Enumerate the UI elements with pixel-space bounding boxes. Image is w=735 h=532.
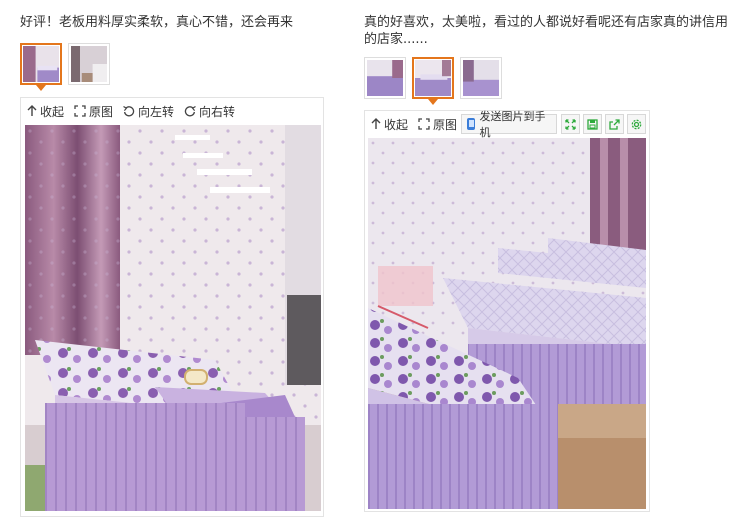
image-viewer: 收起 原图 发送图片到手机 (364, 110, 650, 512)
phone-icon (467, 118, 476, 130)
share-button[interactable] (605, 114, 625, 134)
rotate-right-label: 向右转 (199, 104, 236, 119)
thumbnail-2[interactable] (412, 57, 454, 105)
review-photo (368, 138, 646, 509)
fullscreen-button[interactable] (561, 114, 581, 134)
rotate-left-button[interactable]: 向左转 (123, 103, 174, 120)
rotate-right-icon (184, 105, 196, 117)
thumbnail-3[interactable] (460, 57, 502, 99)
thumbnail-image (463, 60, 499, 96)
fullscreen-icon (565, 118, 577, 130)
review-text: 真的好喜欢，太美啦，看过的人都说好看呢还有店家真的讲信用的店家...... (364, 15, 729, 47)
rotate-right-button[interactable]: 向右转 (184, 103, 235, 120)
image-viewer: 收起 原图 向左转 向右转 (20, 97, 324, 517)
original-image-label: 原图 (89, 104, 114, 119)
thumbnail-image (23, 46, 59, 82)
photo-massage-beds-row (368, 138, 646, 509)
thumbnail-image (71, 46, 107, 82)
original-image-button[interactable]: 原图 (74, 103, 113, 120)
send-to-phone-button[interactable]: 发送图片到手机 (461, 110, 558, 139)
rotate-left-icon (123, 105, 135, 117)
thumbnail-1[interactable] (20, 43, 62, 91)
collapse-label: 收起 (40, 104, 65, 119)
collapse-arrow-icon (371, 118, 381, 129)
rotate-left-label: 向左转 (138, 104, 175, 119)
collapse-label: 收起 (384, 117, 409, 132)
viewer-toolbar: 收起 原图 发送图片到手机 (365, 110, 649, 139)
settings-button[interactable] (627, 114, 647, 134)
collapse-arrow-icon (27, 105, 37, 116)
settings-icon (631, 119, 642, 129)
viewer-toolbar: 收起 原图 向左转 向右转 (21, 98, 323, 124)
thumbnail-image (415, 60, 451, 96)
expand-icon (74, 105, 86, 117)
share-icon (609, 118, 620, 130)
review-photo (25, 125, 321, 511)
save-button[interactable] (583, 114, 603, 134)
photo-massage-bed-room (25, 125, 321, 511)
original-image-label: 原图 (433, 117, 458, 132)
thumbnail-1[interactable] (364, 57, 406, 99)
collapse-button[interactable]: 收起 (371, 116, 408, 133)
thumbnail-strip (364, 57, 502, 105)
expand-icon (418, 118, 430, 130)
thumbnail-image (367, 60, 403, 96)
original-image-button[interactable]: 原图 (418, 116, 457, 133)
thumbnail-strip (20, 43, 110, 91)
review-text: 好评！老板用料厚实柔软，真心不错，还会再来 (20, 15, 294, 30)
thumbnail-2[interactable] (68, 43, 110, 85)
send-to-phone-label: 发送图片到手机 (479, 110, 546, 139)
save-icon (587, 118, 598, 130)
collapse-button[interactable]: 收起 (27, 103, 64, 120)
